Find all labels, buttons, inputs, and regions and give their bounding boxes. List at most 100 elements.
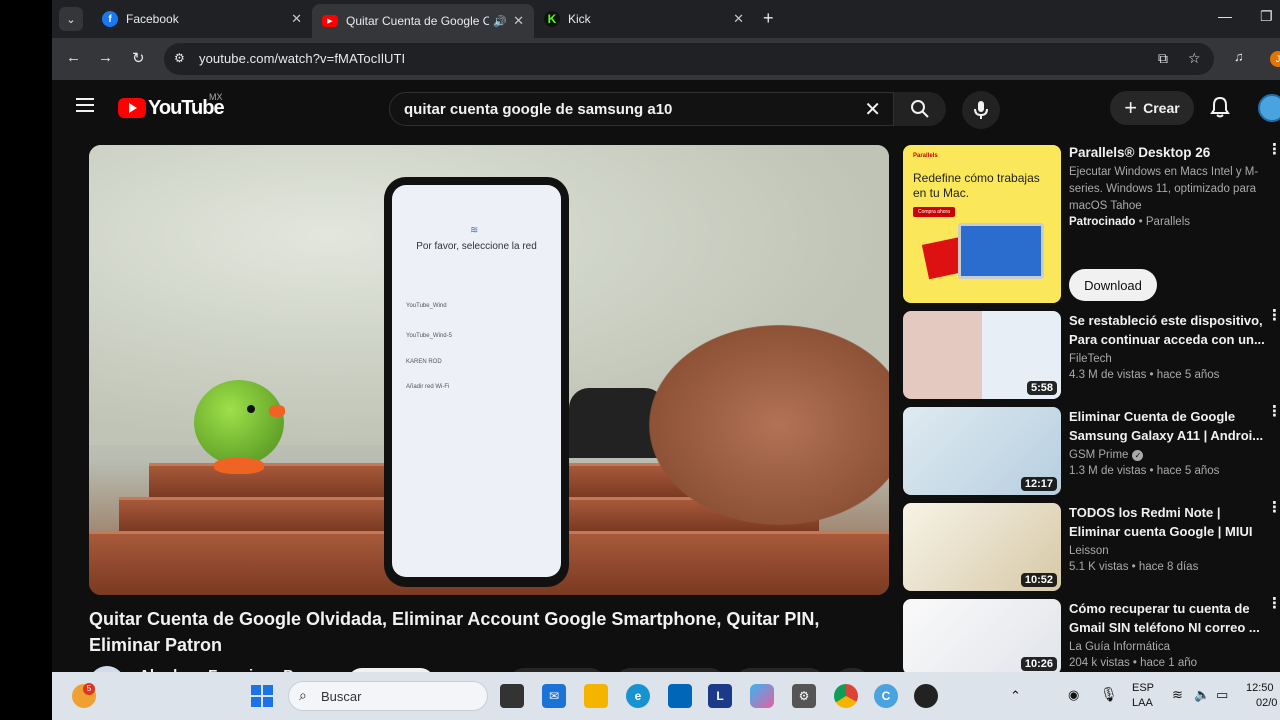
more-options-icon[interactable]: ⋮ [1267, 404, 1280, 419]
outlook-icon[interactable]: ✉ [542, 684, 566, 708]
search-input[interactable] [404, 99, 844, 119]
video-card[interactable]: 10:52 TODOS los Redmi Note | Eliminar cu… [903, 500, 1280, 591]
video-thumbnail[interactable]: 12:17 [903, 407, 1061, 495]
video-thumbnail[interactable]: 10:26 [903, 599, 1061, 675]
bookmark-star-icon[interactable]: ☆ [1188, 50, 1201, 67]
close-tab-icon[interactable]: ✕ [291, 11, 302, 27]
ad-title[interactable]: Parallels® Desktop 26 [1069, 145, 1265, 160]
tab-search-button[interactable]: ⌄ [59, 7, 83, 31]
youtube-icon: ▶ [322, 15, 338, 27]
tab-youtube[interactable]: ▶ Quitar Cuenta de Google O 🔊 ✕ [312, 4, 534, 38]
video-card-title[interactable]: Cómo recuperar tu cuenta de Gmail SIN te… [1069, 599, 1265, 637]
install-app-icon[interactable]: ⧉ [1158, 50, 1168, 67]
youtube-play-icon [118, 98, 146, 118]
tray-overflow-icon[interactable]: ⌃ [1010, 688, 1021, 704]
youtube-header: YouTube MX ✕ + Crear [52, 80, 1280, 136]
minimize-button[interactable]: — [1218, 8, 1232, 24]
video-card-channel[interactable]: La Guía Informática [1069, 641, 1265, 653]
video-duration: 10:52 [1020, 573, 1057, 587]
toy-bird [184, 370, 285, 480]
close-tab-icon[interactable]: ✕ [733, 11, 744, 27]
language-top[interactable]: ESP [1132, 682, 1154, 694]
ad-card[interactable]: Parallels Redefine cómo trabajas en tu M… [903, 142, 1280, 305]
forward-icon[interactable]: → [98, 49, 113, 66]
start-icon[interactable] [250, 684, 274, 708]
tab-strip: ⌄ f Facebook ✕ ▶ Quitar Cuenta de Google… [52, 0, 1280, 38]
more-options-icon[interactable]: ⋮ [1267, 142, 1280, 157]
app-l-icon[interactable]: L [708, 684, 732, 708]
sponsor-name: Parallels [1145, 216, 1190, 228]
profile-avatar[interactable]: J [1270, 51, 1280, 67]
search-icon [911, 100, 929, 118]
video-card-stats: 5.1 K vistas • hace 8 días [1069, 561, 1199, 573]
site-info-icon[interactable]: ⚙ [174, 51, 185, 65]
back-icon[interactable]: ← [66, 49, 81, 66]
video-card-title[interactable]: Eliminar Cuenta de Google Samsung Galaxy… [1069, 407, 1265, 445]
video-thumbnail[interactable]: 5:58 [903, 311, 1061, 399]
video-card-channel[interactable]: FileTech [1069, 353, 1265, 365]
clear-search-icon[interactable]: ✕ [864, 97, 881, 122]
copilot-icon[interactable] [750, 684, 774, 708]
phone-screen: ≋ Por favor, seleccione la red YouTube_W… [392, 185, 561, 577]
taskbar-search[interactable]: ⌕ Buscar [288, 681, 488, 711]
tab-title: Quitar Cuenta de Google O [346, 14, 490, 28]
maximize-button[interactable]: ❐ [1260, 8, 1273, 25]
notifications-bell-icon[interactable] [1210, 96, 1230, 118]
voice-search-button[interactable] [962, 91, 1000, 129]
reload-icon[interactable]: ↻ [132, 49, 145, 67]
network-item: Añadir red Wi-Fi [406, 384, 450, 390]
ad-thumbnail[interactable]: Parallels Redefine cómo trabajas en tu M… [903, 145, 1061, 303]
speaker-icon[interactable]: 🔊 [493, 15, 507, 28]
video-card[interactable]: 12:17 Eliminar Cuenta de Google Samsung … [903, 404, 1280, 495]
video-title: Quitar Cuenta de Google Olvidada, Elimin… [89, 609, 820, 655]
more-options-icon[interactable]: ⋮ [1267, 596, 1280, 611]
search-box[interactable]: ✕ [389, 92, 894, 126]
video-duration: 10:26 [1020, 657, 1057, 671]
microphone-tray-icon[interactable]: 🎙 [1100, 686, 1118, 703]
app-dark-icon[interactable] [914, 684, 938, 708]
media-controls-icon[interactable]: ♫ [1234, 49, 1244, 64]
wifi-icon[interactable]: ≋ [1172, 687, 1183, 703]
app-c-icon[interactable]: C [874, 684, 898, 708]
video-player[interactable]: ≋ Por favor, seleccione la red YouTube_W… [89, 145, 889, 595]
settings-icon[interactable]: ⚙ [792, 684, 816, 708]
clock-time[interactable]: 12:50 [1246, 682, 1274, 694]
facebook-icon: f [102, 11, 118, 27]
plus-icon: + [1124, 95, 1138, 120]
search-button[interactable] [894, 92, 946, 126]
ad-sponsor: Patrocinado • Parallels [1069, 216, 1190, 228]
volume-icon[interactable]: 🔈 [1194, 687, 1210, 703]
new-tab-button[interactable]: + [763, 8, 774, 29]
language-bottom[interactable]: LAA [1132, 697, 1153, 709]
video-card-channel[interactable]: GSM Prime ✓ [1069, 449, 1265, 461]
network-item: YouTube_Wind [406, 303, 447, 309]
battery-icon[interactable]: ▭ [1216, 687, 1228, 703]
video-thumbnail[interactable]: 10:52 [903, 503, 1061, 591]
chrome-icon[interactable] [834, 684, 858, 708]
store-icon[interactable] [668, 684, 692, 708]
menu-icon[interactable] [76, 98, 94, 112]
clock-date[interactable]: 02/0 [1256, 697, 1277, 709]
more-options-icon[interactable]: ⋮ [1267, 308, 1280, 323]
edge-icon[interactable]: e [626, 684, 650, 708]
video-card[interactable]: 10:26 Cómo recuperar tu cuenta de Gmail … [903, 596, 1280, 679]
task-view-icon[interactable] [500, 684, 524, 708]
wifi-icon: ≋ [470, 225, 479, 236]
youtube-logo[interactable]: YouTube MX [118, 92, 225, 120]
tab-kick[interactable]: K Kick ✕ [534, 0, 754, 38]
video-card-stats: 204 k vistas • hace 1 año [1069, 657, 1198, 669]
close-tab-icon[interactable]: ✕ [513, 13, 524, 29]
file-explorer-icon[interactable] [584, 684, 608, 708]
search-icon: ⌕ [299, 687, 307, 703]
video-card-channel[interactable]: Leisson [1069, 545, 1265, 557]
create-button[interactable]: + Crear [1110, 91, 1194, 125]
tab-facebook[interactable]: f Facebook ✕ [92, 0, 312, 38]
video-card-title[interactable]: Se restableció este dispositivo, Para co… [1069, 311, 1265, 349]
tray-app-icon[interactable]: ◉ [1068, 687, 1079, 703]
address-bar[interactable]: ⚙ youtube.com/watch?v=fMATocIlUTI ⧉ ☆ [164, 43, 1214, 75]
video-card[interactable]: 5:58 Se restableció este dispositivo, Pa… [903, 308, 1280, 399]
ad-download-button[interactable]: Download [1069, 269, 1157, 301]
more-options-icon[interactable]: ⋮ [1267, 500, 1280, 515]
video-card-title[interactable]: TODOS los Redmi Note | Eliminar cuenta G… [1069, 503, 1265, 541]
account-avatar[interactable] [1258, 94, 1280, 122]
